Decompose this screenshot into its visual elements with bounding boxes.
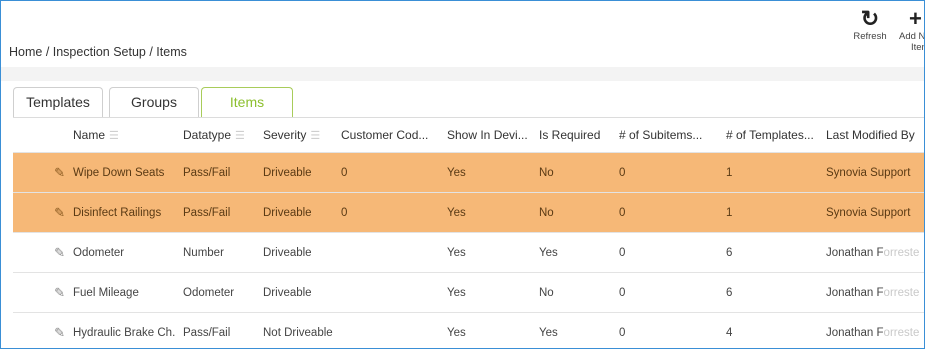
edit-icon[interactable]: ✎ <box>21 285 65 301</box>
header-severity-label: Severity <box>263 128 307 142</box>
refresh-icon: ↻ <box>860 6 880 31</box>
table-row[interactable]: ✎ Disinfect Railings Pass/Fail Driveable… <box>13 192 924 233</box>
edit-cell[interactable]: ✎ <box>13 312 65 348</box>
tab-items[interactable]: Items <box>201 87 293 118</box>
cell-name: Odometer <box>65 232 175 273</box>
tab-groups[interactable]: Groups <box>109 87 199 117</box>
plus-icon: + <box>909 6 922 31</box>
header-name-label: Name <box>73 128 106 142</box>
cell-customer-code: 0 <box>333 152 439 193</box>
last-modified-faded: orreste <box>883 286 920 299</box>
cell-show-in-device: Yes <box>439 152 531 193</box>
cell-name: Disinfect Railings <box>65 192 175 233</box>
cell-last-modified-by: Jonathan Forreste <box>818 312 924 348</box>
cell-name: Fuel Mileage <box>65 272 175 313</box>
cell-severity: Driveable <box>255 152 333 193</box>
table-header-row: Name ☰ Datatype ☰ Severity ☰ Customer Cod..… <box>13 118 924 153</box>
cell-last-modified-by: Synovia Support <box>818 152 924 193</box>
cell-datatype: Pass/Fail <box>175 152 255 193</box>
header-datatype[interactable]: Datatype ☰ <box>175 118 255 153</box>
cell-datatype: Pass/Fail <box>175 192 255 233</box>
header-templates[interactable]: # of Templates... <box>718 118 818 153</box>
cell-templates: 4 <box>718 312 818 348</box>
edit-cell[interactable]: ✎ <box>13 232 65 273</box>
refresh-label: Refresh <box>853 31 887 42</box>
header-edit <box>13 118 65 153</box>
cell-subitems: 0 <box>611 312 718 348</box>
column-menu-icon[interactable]: ☰ <box>109 130 119 142</box>
refresh-button[interactable]: ↻ Refresh <box>846 6 894 43</box>
header-severity[interactable]: Severity ☰ <box>255 118 333 153</box>
table-row[interactable]: ✎ Odometer Number Driveable Yes Yes 0 6 … <box>13 232 924 273</box>
cell-show-in-device: Yes <box>439 272 531 313</box>
cell-severity: Driveable <box>255 192 333 233</box>
cell-name: Hydraulic Brake Ch... <box>65 312 175 348</box>
edit-cell[interactable]: ✎ <box>13 192 65 233</box>
cell-datatype: Pass/Fail <box>175 312 255 348</box>
cell-show-in-device: Yes <box>439 232 531 273</box>
cell-last-modified-by: Jonathan Forreste <box>818 272 924 313</box>
cell-is-required: No <box>531 152 611 193</box>
table-row[interactable]: ✎ Hydraulic Brake Ch... Pass/Fail Not Dr… <box>13 312 924 348</box>
last-modified-name: Jonathan F <box>826 246 884 259</box>
breadcrumb[interactable]: Home / Inspection Setup / Items <box>9 45 187 59</box>
cell-subitems: 0 <box>611 192 718 233</box>
table-row[interactable]: ✎ Wipe Down Seats Pass/Fail Driveable 0 … <box>13 152 924 193</box>
header-show-in-device[interactable]: Show In Devi... <box>439 118 531 153</box>
cell-name: Wipe Down Seats <box>65 152 175 193</box>
cell-show-in-device: Yes <box>439 312 531 348</box>
last-modified-name: Jonathan F <box>826 286 884 299</box>
cell-severity: Driveable <box>255 272 333 313</box>
edit-icon[interactable]: ✎ <box>21 245 65 261</box>
tab-templates[interactable]: Templates <box>13 87 103 117</box>
header-bar: Home / Inspection Setup / Items ↻ Refres… <box>1 1 924 67</box>
column-menu-icon[interactable]: ☰ <box>310 130 320 142</box>
cell-subitems: 0 <box>611 152 718 193</box>
cell-datatype: Number <box>175 232 255 273</box>
cell-templates: 6 <box>718 232 818 273</box>
cell-customer-code: 0 <box>333 192 439 233</box>
header-subitems[interactable]: # of Subitems... <box>611 118 718 153</box>
cell-severity: Not Driveable <box>255 312 333 348</box>
cell-customer-code <box>333 232 439 273</box>
cell-last-modified-by: Jonathan Forreste <box>818 232 924 273</box>
last-modified-faded: orreste <box>883 246 920 259</box>
header-datatype-label: Datatype <box>183 128 232 142</box>
cell-templates: 1 <box>718 152 818 193</box>
edit-cell[interactable]: ✎ <box>13 272 65 313</box>
cell-is-required: Yes <box>531 312 611 348</box>
header-name[interactable]: Name ☰ <box>65 118 175 153</box>
edit-icon[interactable]: ✎ <box>21 325 65 341</box>
cell-is-required: No <box>531 192 611 233</box>
cell-show-in-device: Yes <box>439 192 531 233</box>
items-table: Name ☰ Datatype ☰ Severity ☰ Customer Cod..… <box>13 118 924 348</box>
add-label-line2: Iten <box>911 42 924 53</box>
cell-templates: 1 <box>718 192 818 233</box>
cell-customer-code <box>333 312 439 348</box>
column-menu-icon[interactable]: ☰ <box>235 130 245 142</box>
last-modified-name: Jonathan F <box>826 326 884 339</box>
header-last-modified-by[interactable]: Last Modified By <box>818 118 924 153</box>
edit-cell[interactable]: ✎ <box>13 152 65 193</box>
last-modified-faded: orreste <box>883 326 920 339</box>
edit-icon[interactable]: ✎ <box>21 205 65 221</box>
cell-is-required: No <box>531 272 611 313</box>
cell-subitems: 0 <box>611 232 718 273</box>
cell-is-required: Yes <box>531 232 611 273</box>
cell-subitems: 0 <box>611 272 718 313</box>
add-new-item-button[interactable]: + Add N Iten <box>899 6 925 54</box>
add-label-line1: Add N <box>899 31 925 42</box>
header-customer-code[interactable]: Customer Cod... <box>333 118 439 153</box>
cell-severity: Driveable <box>255 232 333 273</box>
cell-datatype: Odometer <box>175 272 255 313</box>
items-page: Home / Inspection Setup / Items ↻ Refres… <box>0 0 925 349</box>
header-divider <box>1 67 924 81</box>
cell-customer-code <box>333 272 439 313</box>
header-is-required[interactable]: Is Required <box>531 118 611 153</box>
edit-icon[interactable]: ✎ <box>21 165 65 181</box>
table-row[interactable]: ✎ Fuel Mileage Odometer Driveable Yes No… <box>13 272 924 313</box>
cell-last-modified-by: Synovia Support <box>818 192 924 233</box>
cell-templates: 6 <box>718 272 818 313</box>
